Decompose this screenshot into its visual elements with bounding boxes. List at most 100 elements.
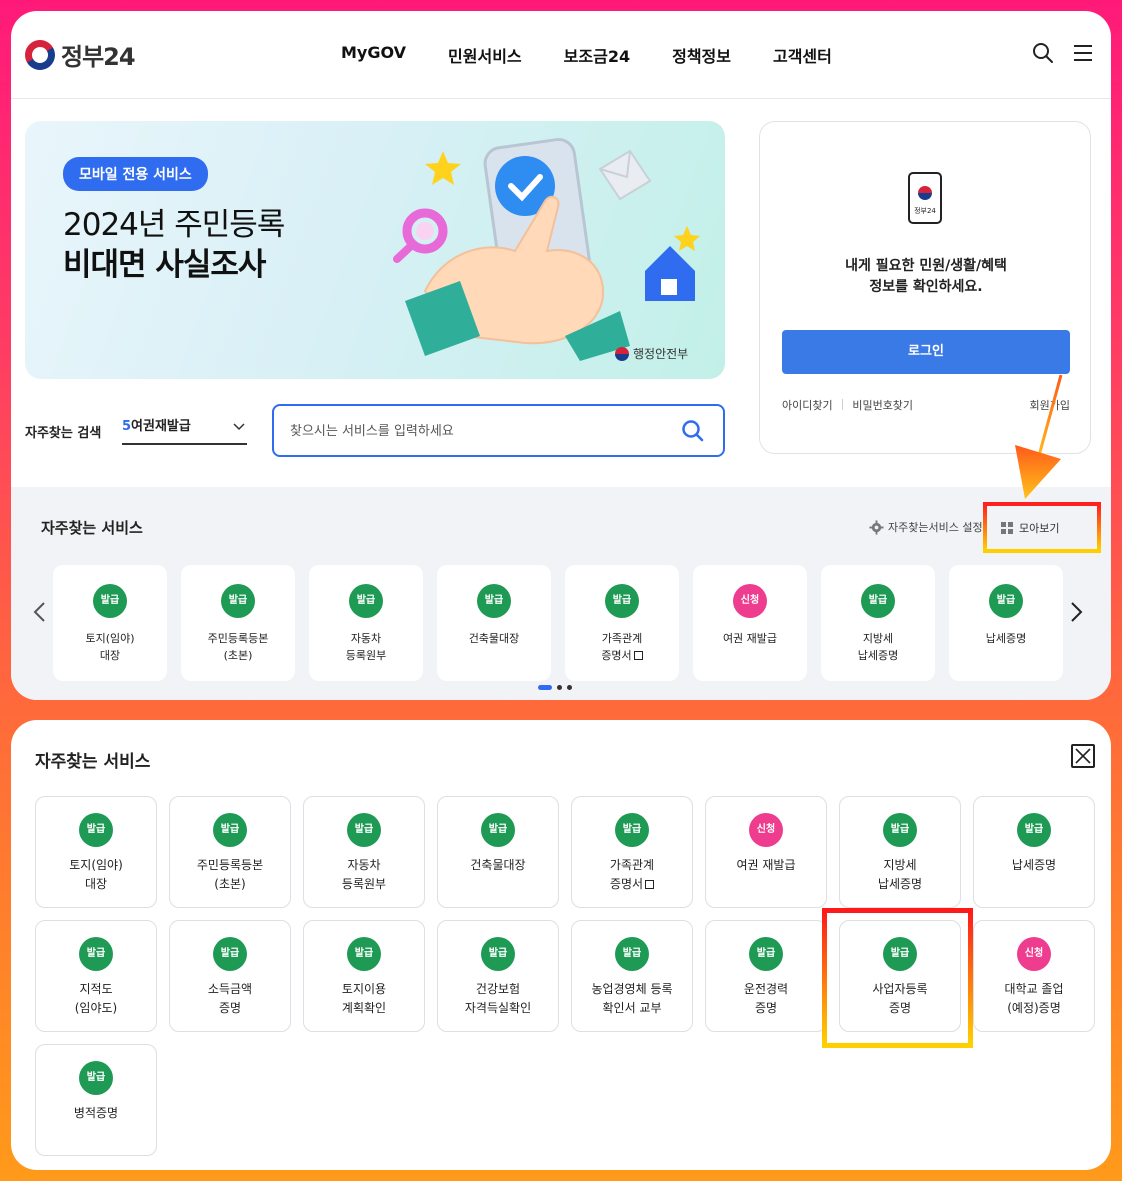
service-label: 건축물대장 <box>468 632 520 645</box>
issue-badge: 발급 <box>481 813 515 847</box>
nav-item-policy-info[interactable]: 정책정보 <box>672 43 731 67</box>
frequent-search-label: 자주찾는 검색 <box>25 426 102 441</box>
service-search-input[interactable] <box>290 420 670 442</box>
issue-badge: 발급 <box>481 937 515 971</box>
service-label: 여권 재발급 <box>736 858 796 872</box>
carousel-dot[interactable] <box>567 685 572 690</box>
grid-icon <box>1001 521 1013 534</box>
service-card[interactable]: 신청 여권 재발급 <box>705 796 827 908</box>
service-label: 건축물대장 <box>470 858 526 872</box>
issue-badge: 발급 <box>605 584 639 618</box>
service-card[interactable]: 발급 농업경영체 등록 확인서 교부 <box>571 920 693 1032</box>
issue-badge: 발급 <box>477 584 511 618</box>
gov24-logo[interactable]: 정부24 <box>19 34 136 75</box>
find-password-link[interactable]: 비밀번호찾기 <box>852 397 913 413</box>
service-card[interactable]: 발급건축물대장 <box>437 796 559 908</box>
main-nav: MyGOV 민원서비스 보조금24 정책정보 고객센터 <box>341 43 874 67</box>
service-label: 지방세 납세증명 <box>857 632 899 662</box>
issue-badge: 발급 <box>883 813 917 847</box>
service-label: 토지(임야) 대장 <box>69 858 123 891</box>
nav-item-civil-service[interactable]: 민원서비스 <box>448 43 522 67</box>
service-card[interactable]: 발급자동차 등록원부 <box>309 565 423 681</box>
service-card[interactable]: 발급 지방세 납세증명 <box>821 565 935 681</box>
service-card[interactable]: 신청여권 재발급 <box>693 565 807 681</box>
service-card[interactable]: 발급 자동차 등록원부 <box>303 796 425 908</box>
issue-badge: 발급 <box>347 937 381 971</box>
main-page-panel: 정부24 MyGOV 민원서비스 보조금24 정책정보 고객센터 모바일 전용 … <box>11 11 1111 700</box>
issue-badge: 발급 <box>213 813 247 847</box>
login-button[interactable]: 로그인 <box>782 330 1070 374</box>
chevron-left-icon[interactable] <box>32 601 46 623</box>
service-card[interactable]: 발급 가족관계 증명서 <box>565 565 679 681</box>
service-card[interactable]: 발급건축물대장 <box>437 565 551 681</box>
issue-badge: 발급 <box>1017 813 1051 847</box>
service-card[interactable]: 발급 토지(임야) 대장 <box>53 565 167 681</box>
issue-badge: 발급 <box>213 937 247 971</box>
business-registration-card[interactable]: 발급 사업자등록 증명 <box>839 920 961 1032</box>
service-label: 건강보험 자격득실확인 <box>464 982 532 1015</box>
nav-item-mygov[interactable]: MyGOV <box>341 43 406 67</box>
issue-badge: 발급 <box>221 584 255 618</box>
service-label: 여권 재발급 <box>722 632 778 645</box>
service-card[interactable]: 발급병적증명 <box>35 1044 157 1156</box>
nav-item-subsidy24[interactable]: 보조금24 <box>564 43 630 67</box>
nav-item-customer-center[interactable]: 고객센터 <box>773 43 832 67</box>
banner-illustration <box>393 138 700 361</box>
service-card[interactable]: 발급소득금액 증명 <box>169 920 291 1032</box>
gear-icon <box>869 519 884 535</box>
search-icon[interactable] <box>1031 41 1055 65</box>
service-label: 토지이용 계획확인 <box>341 982 387 1015</box>
service-card[interactable]: 발급 토지(임야) 대장 <box>35 796 157 908</box>
service-card[interactable]: 발급 지적도 (임야도) <box>35 920 157 1032</box>
carousel-dot[interactable] <box>557 685 562 690</box>
service-card[interactable]: 발급건강보험 자격득실확인 <box>437 920 559 1032</box>
chevron-right-icon[interactable] <box>1070 601 1084 623</box>
find-id-link[interactable]: 아이디찾기 <box>782 397 833 413</box>
banner-title-line1: 2024년 주민등록 <box>63 207 285 243</box>
frequent-services-carousel: 발급 토지(임야) 대장 발급주민등록등본 (초본) 발급자동차 등록원부 발급건… <box>53 565 1063 681</box>
frequent-search-rank: 5 <box>122 419 132 434</box>
service-label: 사업자등록 증명 <box>872 982 928 1015</box>
all-services-grid: 발급 토지(임야) 대장 발급 주민등록등본 (초본) 발급 자동차 등록원부 발급 건… <box>35 796 1095 1156</box>
service-card[interactable]: 발급납세증명 <box>949 565 1063 681</box>
view-all-label: 모아보기 <box>1019 521 1060 535</box>
apply-badge: 신청 <box>733 584 767 618</box>
carousel-pagination <box>538 685 572 690</box>
issue-badge: 발급 <box>349 584 383 618</box>
service-label: 주민등록등본 (초본) <box>207 632 269 662</box>
modal-title: 자주찾는 서비스 <box>35 752 151 772</box>
service-label: 병적증명 <box>73 1106 119 1120</box>
issue-badge: 발급 <box>989 584 1023 618</box>
service-card[interactable]: 발급주민등록등본 (초본) <box>181 565 295 681</box>
issue-badge: 발급 <box>615 813 649 847</box>
taegeuk-icon <box>615 346 629 361</box>
service-label: 농업경영체 등록 확인서 교부 <box>591 982 673 1015</box>
service-card[interactable]: 발급 가족관계 증명서 <box>571 796 693 908</box>
frequent-services-settings[interactable]: 자주찾는서비스 설정 <box>869 519 983 535</box>
issue-badge: 발급 <box>79 1061 113 1095</box>
logo-text: 정부24 <box>61 43 136 71</box>
frequent-services-title: 자주찾는 서비스 <box>41 519 143 537</box>
frequent-search-value: 여권재발급 <box>131 419 191 434</box>
service-label: 소득금액 증명 <box>207 982 253 1015</box>
service-label: 납세증명 <box>985 632 1027 645</box>
external-link-icon <box>645 880 655 889</box>
service-card[interactable]: 발급토지이용 계획확인 <box>303 920 425 1032</box>
search-icon[interactable] <box>681 419 705 443</box>
hamburger-menu-icon[interactable] <box>1071 41 1095 65</box>
issue-badge: 발급 <box>347 813 381 847</box>
banner-title-line2: 비대면 사실조사 <box>63 247 266 283</box>
settings-label: 자주찾는서비스 설정 <box>888 521 983 534</box>
service-card[interactable]: 발급 운전경력 증명 <box>705 920 827 1032</box>
promo-banner[interactable]: 모바일 전용 서비스 2024년 주민등록 비대면 사실조사 행정안전부 <box>25 121 725 379</box>
service-card[interactable]: 발급 주민등록등본 (초본) <box>169 796 291 908</box>
frequent-services-modal: 자주찾는 서비스 발급 토지(임야) 대장 발급 주민등록등본 (초본) 발급 자동차… <box>11 720 1111 1170</box>
service-card[interactable]: 신청 대학교 졸업 (예정)증명 <box>973 920 1095 1032</box>
frequent-search-dropdown[interactable]: 5여권재발급 <box>122 415 247 445</box>
close-icon[interactable] <box>1071 744 1095 768</box>
service-card[interactable]: 발급 지방세 납세증명 <box>839 796 961 908</box>
apply-badge: 신청 <box>1017 937 1051 971</box>
service-card[interactable]: 발급 납세증명 <box>973 796 1095 908</box>
carousel-dot-active[interactable] <box>538 685 552 690</box>
service-label: 자동차 등록원부 <box>345 632 387 662</box>
